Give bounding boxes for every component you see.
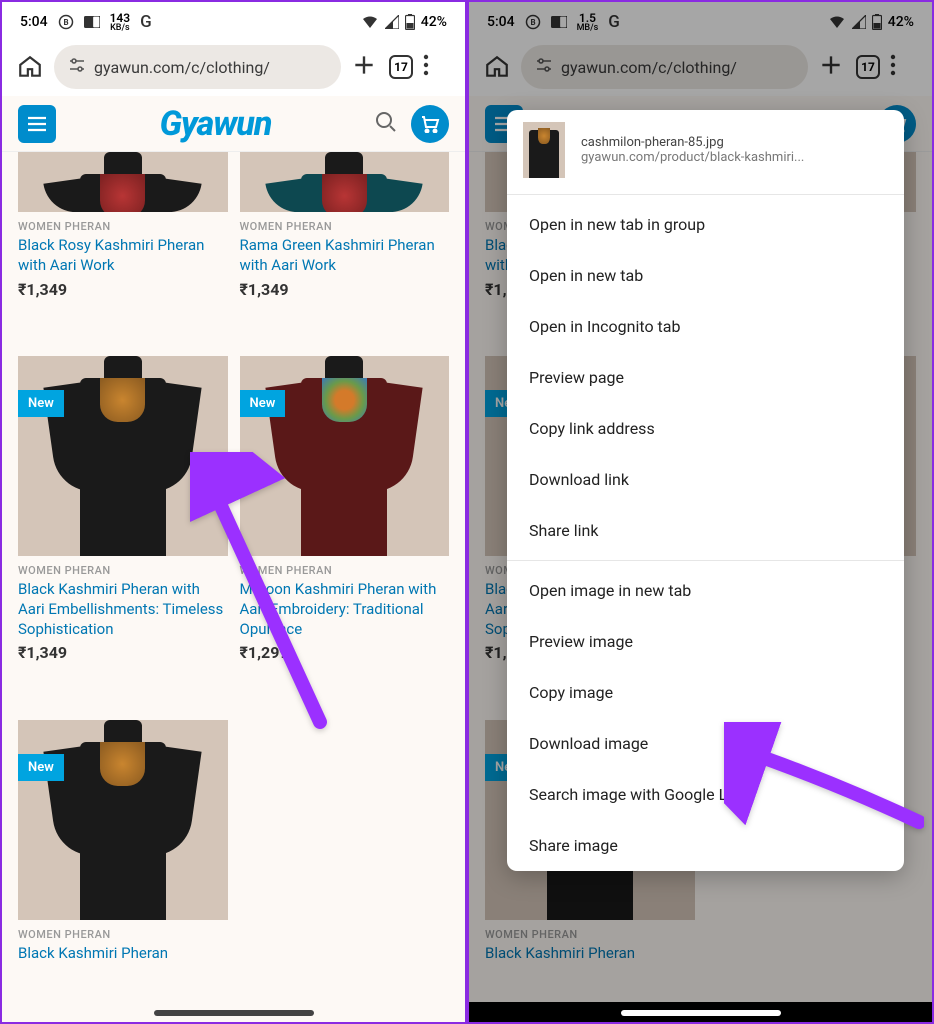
product-title[interactable]: Maroon Kashmiri Pheran with Aari Embroid… — [240, 579, 450, 640]
menu-item-open-in-new-tab-in-group[interactable]: Open in new tab in group — [507, 199, 904, 250]
menu-item-open-in-incognito-tab[interactable]: Open in Incognito tab — [507, 301, 904, 352]
site-header: Gyawun — [2, 96, 465, 152]
product-image[interactable] — [18, 152, 228, 212]
cart-button[interactable] — [411, 105, 449, 143]
nav-handle[interactable] — [154, 1010, 314, 1016]
google-icon: G — [140, 12, 152, 32]
product-image[interactable]: New — [18, 720, 228, 920]
menu-item-download-image[interactable]: Download image — [507, 718, 904, 769]
product-category: WOMEN PHERAN — [240, 564, 450, 577]
menu-thumbnail — [523, 122, 565, 178]
product-title[interactable]: Black Kashmiri Pheran — [18, 943, 228, 963]
battery-icon — [405, 14, 415, 30]
tab-switcher-button[interactable]: 17 — [389, 55, 413, 79]
product-category: WOMEN PHERAN — [18, 928, 228, 941]
menu-item-open-image-in-new-tab[interactable]: Open image in new tab — [507, 565, 904, 616]
product-card[interactable]: New WOMEN PHERAN Black Kashmiri Pheran — [18, 720, 228, 971]
product-price: ₹1,349 — [18, 643, 228, 662]
browser-toolbar: gyawun.com/c/clothing/ 17 — [2, 38, 465, 96]
overflow-menu-button[interactable] — [423, 54, 451, 80]
signal-icon — [385, 15, 399, 29]
site-logo[interactable]: Gyawun — [160, 104, 272, 144]
home-button[interactable] — [16, 53, 44, 81]
menu-item-search-image-with-google-lens[interactable]: Search image with Google Lens — [507, 769, 904, 820]
product-category: WOMEN PHERAN — [18, 564, 228, 577]
product-price: ₹1,299 — [240, 643, 450, 662]
battery-text: 42% — [421, 14, 447, 30]
url-text: gyawun.com/c/clothing/ — [94, 58, 270, 77]
search-button[interactable] — [375, 111, 397, 137]
menu-source-url: gyawun.com/product/black-kashmiri... — [581, 150, 888, 165]
divider — [507, 560, 904, 561]
menu-item-preview-page[interactable]: Preview page — [507, 352, 904, 403]
net-speed: 143KB/s — [110, 12, 131, 33]
product-grid: WOMEN PHERAN Black Rosy Kashmiri Pheran … — [2, 152, 465, 1022]
product-price: ₹1,349 — [240, 280, 450, 299]
b-circle-icon: B — [58, 14, 74, 30]
product-title[interactable]: Rama Green Kashmiri Pheran with Aari Wor… — [240, 235, 450, 276]
product-image[interactable]: New — [240, 356, 450, 556]
url-bar[interactable]: gyawun.com/c/clothing/ — [54, 45, 341, 89]
context-menu: cashmilon-pheran-85.jpg gyawun.com/produ… — [507, 110, 904, 871]
product-price: ₹1,349 — [18, 280, 228, 299]
product-card[interactable]: WOMEN PHERAN Black Rosy Kashmiri Pheran … — [18, 152, 228, 342]
product-image[interactable] — [240, 152, 450, 212]
product-card[interactable]: New WOMEN PHERAN Black Kashmiri Pheran w… — [18, 356, 228, 706]
clock-text: 5:04 — [20, 14, 48, 30]
new-tab-button[interactable] — [351, 52, 379, 82]
menu-button[interactable] — [18, 105, 56, 143]
product-image[interactable]: New — [18, 356, 228, 556]
menu-item-share-image[interactable]: Share image — [507, 820, 904, 871]
new-badge: New — [18, 390, 64, 417]
wifi-icon — [361, 15, 379, 29]
product-title[interactable]: Black Kashmiri Pheran with Aari Embellis… — [18, 579, 228, 640]
site-settings-icon[interactable] — [68, 56, 86, 78]
new-badge: New — [240, 390, 286, 417]
product-category: WOMEN PHERAN — [240, 220, 450, 233]
status-bar: 5:04 B 143KB/s G 42% — [2, 2, 465, 38]
svg-text:B: B — [63, 18, 68, 27]
menu-item-download-link[interactable]: Download link — [507, 454, 904, 505]
product-title[interactable]: Black Rosy Kashmiri Pheran with Aari Wor… — [18, 235, 228, 276]
product-card[interactable]: New WOMEN PHERAN Maroon Kashmiri Pheran … — [240, 356, 450, 706]
menu-item-open-in-new-tab[interactable]: Open in new tab — [507, 250, 904, 301]
product-card[interactable]: WOMEN PHERAN Rama Green Kashmiri Pheran … — [240, 152, 450, 342]
divider — [507, 194, 904, 195]
product-category: WOMEN PHERAN — [18, 220, 228, 233]
menu-item-copy-image[interactable]: Copy image — [507, 667, 904, 718]
menu-item-share-link[interactable]: Share link — [507, 505, 904, 556]
nav-handle[interactable] — [621, 1010, 781, 1016]
menu-filfilename: cashmilon-pheran-85.jpg — [581, 135, 888, 150]
menu-item-preview-image[interactable]: Preview image — [507, 616, 904, 667]
card-icon — [84, 16, 100, 28]
menu-item-copy-link-address[interactable]: Copy link address — [507, 403, 904, 454]
new-badge: New — [18, 754, 64, 781]
